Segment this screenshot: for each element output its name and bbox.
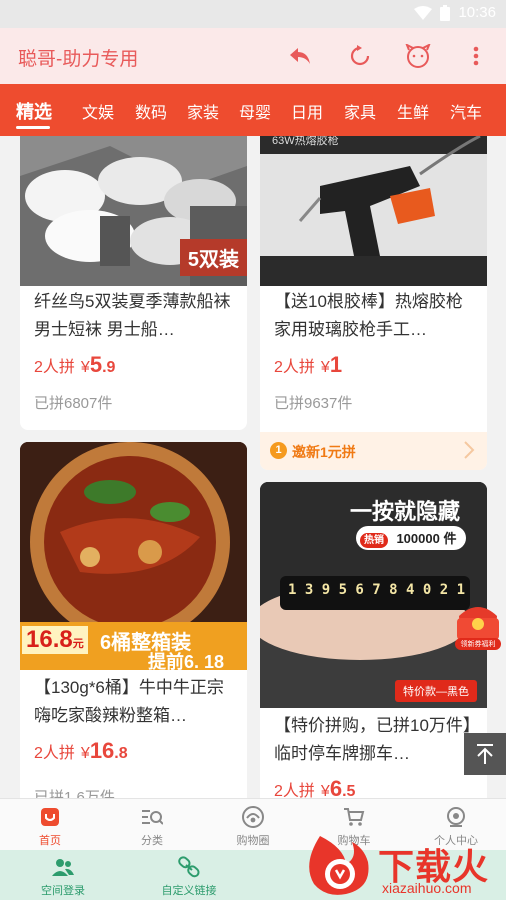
hot-count: 100000 件 [396, 531, 457, 546]
product-name: 【130g*6桶】牛中牛正宗嗨吃家酸辣粉整箱… [34, 678, 224, 725]
more-vertical-icon [473, 46, 479, 66]
community-icon [242, 806, 264, 828]
back-to-top-button[interactable] [464, 733, 506, 775]
product-name: 【特价拼购，已拼10万件】临时停车牌挪车… [274, 716, 472, 763]
price-dec: .8 [114, 745, 128, 762]
promo-text: 邀新1元拼 [292, 444, 356, 460]
image-tag: 特价款—黑色 [395, 680, 477, 702]
category-icon [142, 810, 163, 825]
image-plate: 1 3 9 5 6 7 8 4 0 2 1 [288, 582, 466, 598]
home-icon [41, 808, 59, 826]
group-size: 2人拼 [274, 783, 315, 798]
product-card[interactable]: 5双装 纤丝鸟5双装夏季薄款船袜男士短袜 男士船… 2人拼 ¥5.9 已拼6807… [20, 136, 247, 430]
nav-home-label: 首页 [39, 835, 61, 847]
nav-community-label: 购物圈 [236, 835, 270, 847]
chevron-right-icon [464, 441, 475, 459]
active-tab-indicator [16, 126, 50, 129]
price-row: 2人拼 ¥5.9 [34, 352, 115, 378]
price-dec: .9 [102, 359, 116, 376]
mascot-button[interactable] [404, 42, 432, 70]
product-card[interactable]: 63W热熔胶枪 【送10根胶棒】热熔胶枪家用玻璃胶枪手工… 2人拼 ¥1 已拼96… [260, 136, 487, 470]
reply-arrow-icon [290, 48, 310, 64]
sold-count: 已拼9637件 [274, 395, 353, 412]
image-price: 16.8元 [22, 626, 88, 654]
arrow-up-icon [477, 744, 493, 764]
image-price-value: 16.8 [26, 626, 73, 653]
app-title: 聪哥-助力专用 [18, 49, 139, 70]
product-card[interactable]: 16.8元 6桶整箱装 提前6. 18 【130g*6桶】牛中牛正宗嗨吃家酸辣粉… [20, 442, 247, 798]
image-caption: 63W热熔胶枪 [272, 136, 339, 147]
sold-count: 已拼1.6万件 [34, 789, 115, 798]
price-int: 6 [329, 776, 343, 798]
status-bar: 10:36 [0, 0, 506, 28]
price-int: 5 [89, 352, 103, 377]
group-size: 2人拼 [34, 745, 75, 762]
tab-home-decor[interactable]: 家装 [187, 99, 219, 123]
product-image: 63W热熔胶枪 [260, 136, 487, 286]
sold-count: 已拼6807件 [34, 395, 113, 412]
product-image: 5双装 [20, 136, 247, 286]
promo-icon: 1 [270, 442, 287, 459]
group-size: 2人拼 [34, 359, 75, 376]
category-tabs: 精选 文娱 数码 家装 母婴 日用 家具 生鲜 汽车 [0, 84, 506, 136]
custom-link-button[interactable]: 自定义链接 [134, 855, 244, 898]
tab-furniture[interactable]: 家具 [344, 99, 376, 123]
refresh-icon [350, 45, 370, 66]
refresh-button[interactable] [346, 42, 374, 70]
wifi-icon [414, 5, 433, 20]
product-name: 【送10根胶棒】热熔胶枪家用玻璃胶枪手工… [274, 292, 463, 339]
cart-icon [344, 808, 365, 826]
price-row: 2人拼 ¥1 [274, 352, 342, 378]
nav-home[interactable]: 首页 [10, 805, 90, 848]
app-bar: 聪哥-助力专用 [0, 28, 506, 84]
currency: ¥ [80, 745, 90, 762]
price-row: 2人拼 ¥6.5 [274, 776, 355, 798]
clock: 10:36 [458, 4, 496, 21]
space-login-label: 空间登录 [41, 885, 85, 897]
battery-icon [440, 4, 451, 21]
tab-entertainment[interactable]: 文娱 [82, 99, 114, 123]
price-int: 1 [329, 352, 343, 377]
nav-category[interactable]: 分类 [112, 805, 192, 848]
image-badge: 5双装 [179, 239, 247, 276]
tab-auto[interactable]: 汽车 [450, 99, 482, 123]
product-name: 纤丝鸟5双装夏季薄款船袜男士短袜 男士船… [34, 292, 231, 339]
more-menu-button[interactable] [462, 42, 490, 70]
tab-digital[interactable]: 数码 [135, 99, 167, 123]
price-int: 16 [89, 738, 115, 763]
nav-category-label: 分类 [141, 835, 163, 847]
space-login-button[interactable]: 空间登录 [8, 855, 118, 898]
flame-logo-icon [309, 836, 369, 895]
back-button[interactable] [286, 42, 314, 70]
tab-selected[interactable]: 精选 [16, 98, 52, 124]
tab-baby[interactable]: 母婴 [239, 99, 271, 123]
group-size: 2人拼 [274, 359, 315, 376]
price-dec: .5 [342, 783, 356, 798]
pig-face-icon [405, 44, 431, 68]
image-hot-count: 热销 100000 件 [356, 526, 467, 550]
price-row: 2人拼 ¥16.8 [34, 738, 128, 764]
nav-community[interactable]: 购物圈 [213, 805, 293, 848]
product-image: 一按就隐藏 热销 100000 件 1 3 9 5 6 7 8 4 0 2 1 … [260, 482, 487, 708]
promo-banner[interactable]: 1 邀新1元拼 [260, 432, 487, 470]
currency: ¥ [80, 359, 90, 376]
users-icon [52, 859, 74, 876]
red-packet-button[interactable]: 领新券福利 [453, 598, 503, 650]
product-image: 16.8元 6桶整箱装 提前6. 18 [20, 442, 247, 670]
watermark-domain: xiazaihuo.com [382, 880, 472, 896]
site-watermark: 下载火 xiazaihuo.com [296, 832, 506, 900]
product-feed[interactable]: 5双装 纤丝鸟5双装夏季薄款船袜男士短袜 男士船… 2人拼 ¥5.9 已拼6807… [0, 136, 506, 798]
image-headline: 一按就隐藏 [350, 499, 461, 524]
red-packet-label: 领新券福利 [460, 641, 496, 648]
image-price-unit: 元 [72, 638, 84, 650]
link-icon [178, 856, 200, 878]
custom-link-label: 自定义链接 [161, 885, 217, 897]
hot-label: 热销 [360, 533, 388, 548]
tab-daily[interactable]: 日用 [291, 99, 323, 123]
currency: ¥ [320, 783, 330, 798]
image-banner-secondary: 提前6. 18 [148, 652, 225, 670]
tab-fresh[interactable]: 生鲜 [397, 99, 429, 123]
currency: ¥ [320, 359, 330, 376]
profile-icon [447, 807, 465, 827]
